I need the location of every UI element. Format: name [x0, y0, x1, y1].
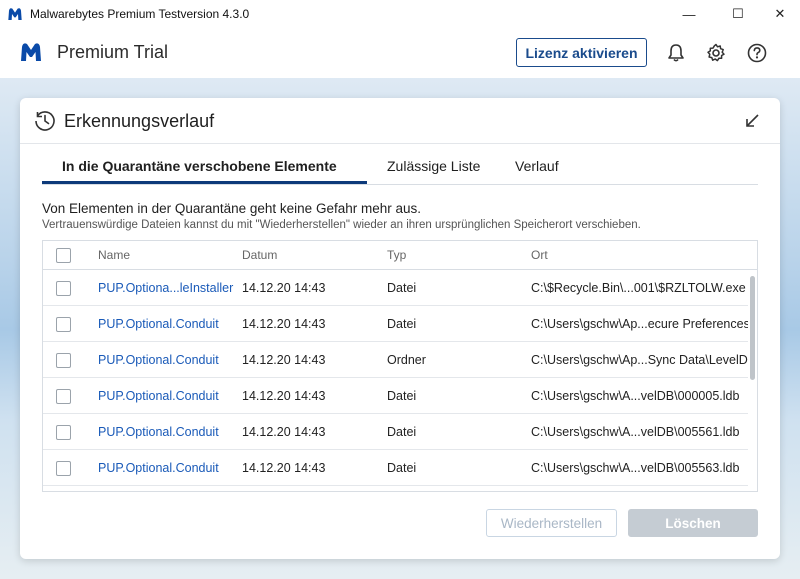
table-row[interactable]: PUP.Optiona...leInstaller 14.12.20 14:43…: [43, 270, 748, 306]
table-row[interactable]: PUP.Optional.Conduit 14.12.20 14:43 Date…: [43, 306, 750, 342]
malwarebytes-logo-icon: [8, 8, 22, 20]
row-name[interactable]: PUP.Optional.Conduit: [98, 353, 219, 367]
row-date: 14.12.20 14:43: [242, 461, 326, 475]
row-type: Datei: [387, 425, 417, 439]
activate-license-button[interactable]: Lizenz aktivieren: [516, 38, 647, 67]
row-checkbox[interactable]: [56, 281, 71, 296]
quarantine-table: Name Datum Typ Ort PUP.Optiona...leInsta…: [42, 240, 758, 492]
window-title: Malwarebytes Premium Testversion 4.3.0: [30, 7, 250, 21]
row-name[interactable]: PUP.Optiona...leInstaller: [98, 281, 233, 295]
tab-quarantine[interactable]: In die Quarantäne verschobene Elemente: [62, 158, 337, 174]
row-name[interactable]: PUP.Optional.Conduit: [98, 317, 219, 331]
table-header: Name Datum Typ Ort: [43, 241, 757, 270]
row-location: C:\Users\gschw\Ap...Sync Data\LevelDB: [531, 353, 757, 367]
column-header-name[interactable]: Name: [98, 248, 130, 262]
row-name[interactable]: PUP.Optional.Conduit: [98, 461, 219, 475]
row-type: Datei: [387, 317, 417, 331]
row-date: 14.12.20 14:43: [242, 317, 326, 331]
table-row[interactable]: PUP.Optional.Conduit 14.12.20 14:43 Date…: [43, 414, 748, 450]
row-date: 14.12.20 14:43: [242, 389, 326, 403]
column-header-date[interactable]: Datum: [242, 248, 277, 262]
row-location: C:\Users\gschw\Ap...ecure Preferences: [531, 317, 750, 331]
tab-history[interactable]: Verlauf: [515, 158, 559, 174]
row-checkbox[interactable]: [56, 425, 71, 440]
delete-button[interactable]: Löschen: [628, 509, 758, 537]
row-checkbox[interactable]: [56, 317, 71, 332]
row-date: 14.12.20 14:43: [242, 281, 326, 295]
app-header: Premium Trial Lizenz aktivieren: [0, 28, 800, 78]
scrollbar-thumb[interactable]: [750, 276, 755, 380]
row-type: Datei: [387, 461, 417, 475]
row-type: Ordner: [387, 353, 426, 367]
row-type: Datei: [387, 281, 417, 295]
column-header-type[interactable]: Typ: [387, 248, 406, 262]
row-type: Datei: [387, 389, 417, 403]
row-checkbox[interactable]: [56, 353, 71, 368]
row-name[interactable]: PUP.Optional.Conduit: [98, 425, 219, 439]
table-row[interactable]: PUP.Optional.Conduit 14.12.20 14:43 Date…: [43, 378, 748, 414]
row-location: C:\Users\gschw\A...velDB\000005.ldb: [531, 389, 740, 403]
quarantine-info-text: Von Elementen in der Quarantäne geht kei…: [42, 201, 421, 216]
quarantine-hint-text: Vertrauenswürdige Dateien kannst du mit …: [42, 219, 641, 231]
row-location: C:\$Recycle.Bin\...001\$RZLTOLW.exe: [531, 281, 746, 295]
table-row[interactable]: PUP.Optional.Conduit 14.12.20 14:43 Date…: [43, 450, 748, 486]
row-location: C:\Users\gschw\A...velDB\005561.ldb: [531, 425, 740, 439]
detection-history-panel: Erkennungsverlauf In die Quarantäne vers…: [20, 98, 780, 559]
bell-icon[interactable]: [665, 42, 687, 64]
row-checkbox[interactable]: [56, 461, 71, 476]
row-checkbox[interactable]: [56, 389, 71, 404]
help-icon[interactable]: [746, 42, 768, 64]
gear-icon[interactable]: [705, 42, 727, 64]
row-date: 14.12.20 14:43: [242, 425, 326, 439]
minimize-button[interactable]: —: [666, 0, 712, 28]
tab-bar: In die Quarantäne verschobene Elemente Z…: [42, 150, 758, 185]
table-scrollbar[interactable]: [748, 270, 757, 491]
close-button[interactable]: ✕: [757, 0, 800, 28]
product-name: Premium Trial: [57, 42, 169, 62]
select-all-checkbox[interactable]: [56, 248, 71, 263]
row-date: 14.12.20 14:43: [242, 353, 326, 367]
malwarebytes-brand-icon: [21, 43, 41, 61]
column-header-location[interactable]: Ort: [531, 248, 548, 262]
panel-title: Erkennungsverlauf: [64, 111, 215, 131]
row-location: C:\Users\gschw\A...velDB\005563.ldb: [531, 461, 740, 475]
history-clock-icon: [35, 111, 55, 131]
row-name[interactable]: PUP.Optional.Conduit: [98, 389, 219, 403]
active-tab-indicator: [42, 181, 367, 184]
restore-button[interactable]: Wiederherstellen: [486, 509, 617, 537]
maximize-button[interactable]: ☐: [715, 0, 761, 28]
table-row[interactable]: PUP.Optional.Conduit 14.12.20 14:43 Ordn…: [43, 342, 756, 378]
panel-header: Erkennungsverlauf: [20, 98, 780, 144]
tab-allow-list[interactable]: Zulässige Liste: [387, 158, 480, 174]
collapse-arrow-icon[interactable]: [742, 111, 762, 131]
